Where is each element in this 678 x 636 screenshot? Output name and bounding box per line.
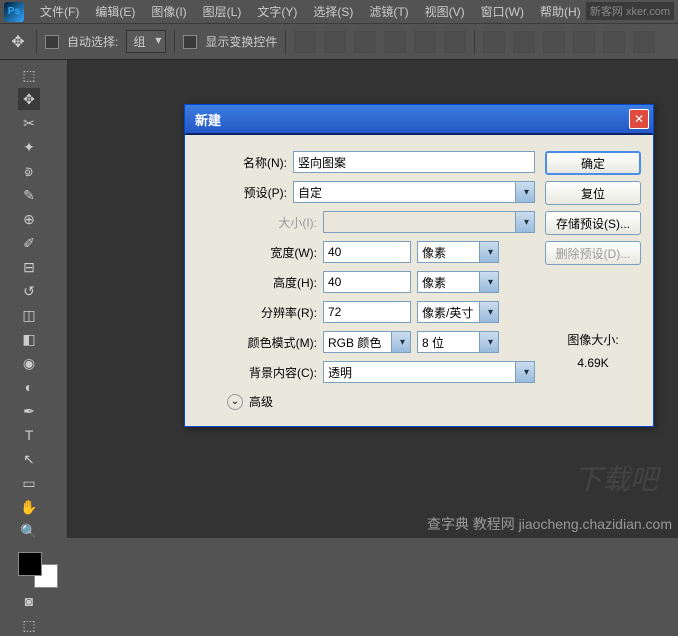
menu-window[interactable]: 窗口(W) (473, 3, 532, 20)
preset-dropdown[interactable]: 自定 (293, 181, 535, 203)
height-unit-dropdown[interactable]: 像素 (417, 271, 499, 293)
zoom-tool[interactable]: 🔍 (18, 520, 40, 542)
dist-btn-6[interactable] (633, 31, 655, 53)
menu-type[interactable]: 文字(Y) (249, 3, 305, 20)
menu-select[interactable]: 选择(S) (305, 3, 361, 20)
save-preset-button[interactable]: 存储预设(S)... (545, 211, 641, 235)
app-logo: Ps (4, 2, 24, 22)
crop-tool[interactable]: ⟄ (18, 160, 40, 182)
hand-tool[interactable]: ✋ (18, 496, 40, 518)
dist-btn-5[interactable] (603, 31, 625, 53)
menu-file[interactable]: 文件(F) (32, 3, 87, 20)
watermark-top: 新客网 xker.com (586, 2, 674, 20)
autoselect-checkbox[interactable] (45, 35, 59, 49)
dist-btn-3[interactable] (543, 31, 565, 53)
move-tool[interactable]: ✥ (18, 88, 40, 110)
image-size-label: 图像大小: (545, 331, 641, 348)
wand-tool[interactable]: ✦ (18, 136, 40, 158)
history-brush-tool[interactable]: ↺ (18, 280, 40, 302)
width-input[interactable] (323, 241, 411, 263)
toolbar: ⬚ ✥ ✂ ✦ ⟄ ✎ ⊕ ✐ ⊟ ↺ ◫ ◧ ◉ ◐ ✒ T ↖ ▭ ✋ 🔍 … (14, 60, 68, 538)
size-label: 大小(I): (227, 214, 317, 231)
transform-checkbox[interactable] (183, 35, 197, 49)
autoselect-dropdown[interactable]: 组 (126, 30, 166, 53)
dist-btn-4[interactable] (573, 31, 595, 53)
foreground-color[interactable] (18, 552, 42, 576)
lasso-tool[interactable]: ✂ (18, 112, 40, 134)
brush-tool[interactable]: ✐ (18, 232, 40, 254)
name-input[interactable] (293, 151, 535, 173)
ok-button[interactable]: 确定 (545, 151, 641, 175)
reset-button[interactable]: 复位 (545, 181, 641, 205)
pen-tool[interactable]: ✒ (18, 400, 40, 422)
dodge-tool[interactable]: ◐ (18, 376, 40, 398)
screen-mode[interactable]: ⬚ (18, 614, 40, 636)
width-unit-dropdown[interactable]: 像素 (417, 241, 499, 263)
menu-view[interactable]: 视图(V) (417, 3, 473, 20)
image-size-value: 4.69K (545, 356, 641, 370)
align-btn-6[interactable] (444, 31, 466, 53)
dialog-title-text: 新建 (195, 110, 221, 129)
dist-btn-1[interactable] (483, 31, 505, 53)
eyedropper-tool[interactable]: ✎ (18, 184, 40, 206)
colormode-label: 颜色模式(M): (227, 334, 317, 351)
color-swatch[interactable] (18, 552, 62, 588)
resolution-input[interactable] (323, 301, 411, 323)
advanced-toggle[interactable]: ⌄ 高级 (197, 393, 535, 410)
height-label: 高度(H): (227, 274, 317, 291)
colormode-dropdown[interactable]: RGB 颜色 (323, 331, 411, 353)
align-btn-1[interactable] (294, 31, 316, 53)
shape-tool[interactable]: ▭ (18, 472, 40, 494)
path-tool[interactable]: ↖ (18, 448, 40, 470)
dist-btn-2[interactable] (513, 31, 535, 53)
menu-edit[interactable]: 编辑(E) (87, 3, 143, 20)
autoselect-label: 自动选择: (67, 33, 118, 50)
menu-filter[interactable]: 滤镜(T) (361, 3, 416, 20)
blur-tool[interactable]: ◉ (18, 352, 40, 374)
menu-layer[interactable]: 图层(L) (195, 3, 250, 20)
watermark-bottom: 查字典 教程网 jiaocheng.chazidian.com (427, 514, 672, 534)
close-button[interactable]: ✕ (629, 109, 649, 129)
marquee-tool[interactable]: ⬚ (18, 64, 40, 86)
dialog-titlebar[interactable]: 新建 ✕ (185, 105, 653, 133)
size-dropdown (323, 211, 535, 233)
align-btn-4[interactable] (384, 31, 406, 53)
chevron-down-icon: ⌄ (227, 394, 243, 410)
heal-tool[interactable]: ⊕ (18, 208, 40, 230)
preset-label: 预设(P): (197, 184, 287, 201)
background-label: 背景内容(C): (227, 364, 317, 381)
align-btn-2[interactable] (324, 31, 346, 53)
align-btn-5[interactable] (414, 31, 436, 53)
options-bar: ✥ 自动选择: 组 显示变换控件 (0, 24, 678, 60)
menu-image[interactable]: 图像(I) (143, 3, 194, 20)
bitdepth-dropdown[interactable]: 8 位 (417, 331, 499, 353)
eraser-tool[interactable]: ◫ (18, 304, 40, 326)
resolution-label: 分辨率(R): (227, 304, 317, 321)
transform-label: 显示变换控件 (205, 33, 277, 50)
mask-mode[interactable]: ◙ (18, 590, 40, 612)
stamp-tool[interactable]: ⊟ (18, 256, 40, 278)
menubar: Ps 文件(F) 编辑(E) 图像(I) 图层(L) 文字(Y) 选择(S) 滤… (0, 0, 678, 24)
name-label: 名称(N): (197, 154, 287, 171)
gradient-tool[interactable]: ◧ (18, 328, 40, 350)
width-label: 宽度(W): (227, 244, 317, 261)
delete-preset-button: 删除预设(D)... (545, 241, 641, 265)
background-dropdown[interactable]: 透明 (323, 361, 535, 383)
text-tool[interactable]: T (18, 424, 40, 446)
resolution-unit-dropdown[interactable]: 像素/英寸 (417, 301, 499, 323)
align-btn-3[interactable] (354, 31, 376, 53)
move-tool-icon: ✥ (8, 32, 28, 52)
height-input[interactable] (323, 271, 411, 293)
menu-help[interactable]: 帮助(H) (532, 3, 589, 20)
watermark-download: 下载吧 (574, 458, 658, 498)
new-dialog: 新建 ✕ 名称(N): 预设(P): 自定 大小(I): 宽度(W): 像素 (184, 104, 654, 427)
